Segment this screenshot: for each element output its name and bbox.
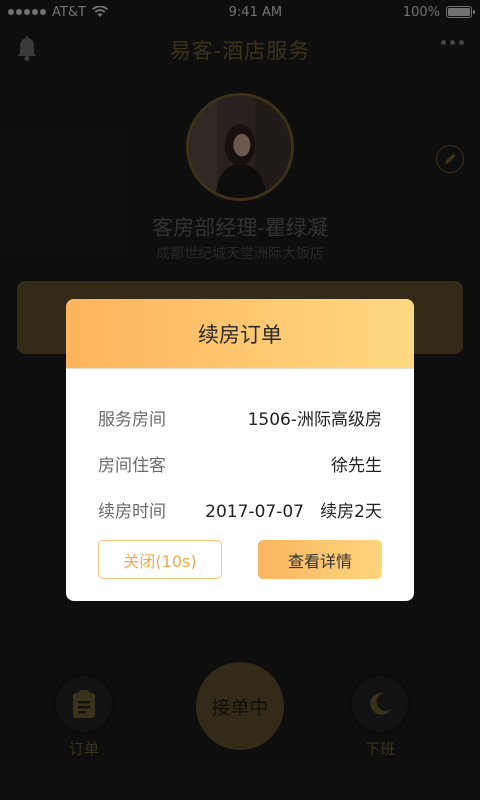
close-button-label: 关闭(10s) [123, 551, 197, 571]
row-value: 徐先生 [331, 456, 382, 476]
view-details-label: 查看详情 [287, 551, 352, 571]
detail-row-room: 服务房间 1506-洲际高级房 [98, 405, 382, 430]
detail-row-guest: 房间住客 徐先生 [98, 451, 382, 476]
view-details-button[interactable]: 查看详情 [258, 540, 382, 579]
row-value: 2017-07-07 续房2天 [205, 502, 382, 522]
dialog-title: 续房订单 [198, 322, 282, 347]
renewal-order-dialog: 续房订单 服务房间 1506-洲际高级房 房间住客 徐先生 续房时间 2017-… [66, 299, 414, 601]
row-label: 服务房间 [98, 410, 166, 430]
dialog-header: 续房订单 [66, 299, 414, 369]
close-button[interactable]: 关闭(10s) [98, 540, 222, 579]
row-label: 房间住客 [98, 456, 166, 476]
detail-row-time: 续房时间 2017-07-07 续房2天 [98, 497, 382, 522]
row-label: 续房时间 [98, 502, 166, 522]
app-screen: AT&T 9:41 AM 100% 易客-酒店服务 客房部经理-瞿绿凝 成都世纪… [0, 0, 480, 800]
row-value: 1506-洲际高级房 [247, 410, 382, 430]
